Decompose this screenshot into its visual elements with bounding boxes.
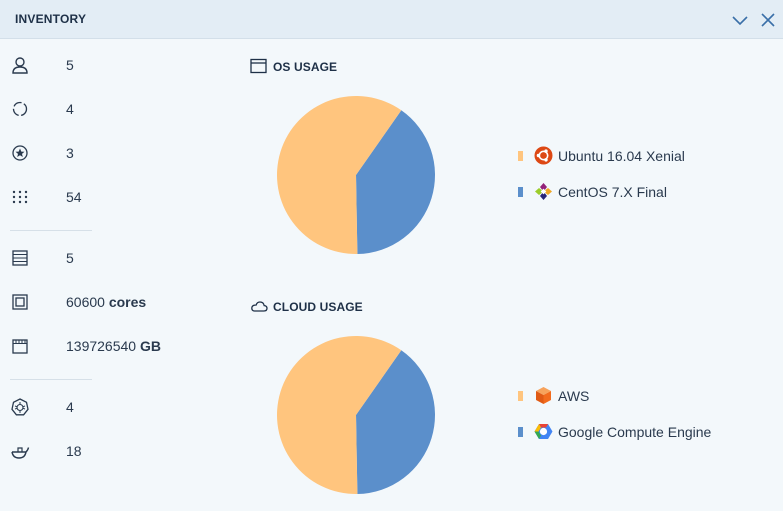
legend-swatch [518, 151, 523, 161]
grid-dots-icon [10, 187, 30, 207]
stat-cpu: 60600 cores [10, 291, 210, 313]
stat-favorites: 3 [10, 142, 210, 164]
legend-swatch [518, 427, 523, 437]
stat-value: 4 [66, 101, 74, 117]
kubernetes-icon [10, 397, 30, 417]
panel-header: INVENTORY [0, 0, 783, 39]
os-usage-pie-chart [276, 95, 435, 254]
divider [10, 379, 92, 380]
server-icon [10, 248, 30, 268]
legend-label: Ubuntu 16.04 Xenial [558, 148, 685, 164]
stat-unit: cores [108, 294, 147, 310]
stat-value: 5 [66, 250, 74, 266]
stat-value: 3 [66, 145, 74, 161]
stat-unit: GB [139, 338, 161, 354]
legend-label: CentOS 7.X Final [558, 184, 667, 200]
refresh-circle-icon [10, 99, 30, 119]
stat-servers: 5 [10, 247, 210, 269]
ubuntu-logo-icon [534, 146, 553, 165]
aws-logo-icon [534, 386, 553, 405]
star-circle-icon [10, 143, 30, 163]
cloud-usage-title: CLOUD USAGE [273, 300, 363, 314]
legend-label: AWS [558, 388, 590, 404]
stat-sync: 4 [10, 98, 210, 120]
stat-apps: 54 [10, 186, 210, 208]
stat-users: 5 [10, 54, 210, 76]
divider [10, 230, 92, 231]
memory-icon [10, 336, 30, 356]
os-usage-title: OS USAGE [273, 60, 338, 74]
gce-logo-icon [534, 422, 553, 441]
stat-value: 60600 cores [66, 294, 147, 310]
stat-value: 4 [66, 399, 74, 415]
legend-label: Google Compute Engine [558, 424, 712, 440]
chevron-down-icon[interactable] [731, 11, 749, 29]
stat-kubernetes: 4 [10, 396, 210, 418]
stat-value: 139726540 GB [66, 338, 161, 354]
legend-swatch [518, 391, 523, 401]
stat-value: 5 [66, 57, 74, 73]
cpu-icon [10, 292, 30, 312]
stat-value: 54 [66, 189, 82, 205]
cloud-usage-pie-chart [276, 336, 435, 494]
panel-title: INVENTORY [15, 12, 87, 26]
docker-icon [10, 441, 30, 461]
stat-docker: 18 [10, 440, 210, 462]
legend-swatch [518, 187, 523, 197]
cloud-icon [250, 298, 268, 319]
centos-logo-icon [534, 182, 553, 201]
stat-memory: 139726540 GB [10, 335, 210, 357]
user-icon [10, 55, 30, 75]
close-icon[interactable] [759, 11, 777, 29]
stat-value: 18 [66, 443, 82, 459]
window-icon [250, 58, 268, 79]
